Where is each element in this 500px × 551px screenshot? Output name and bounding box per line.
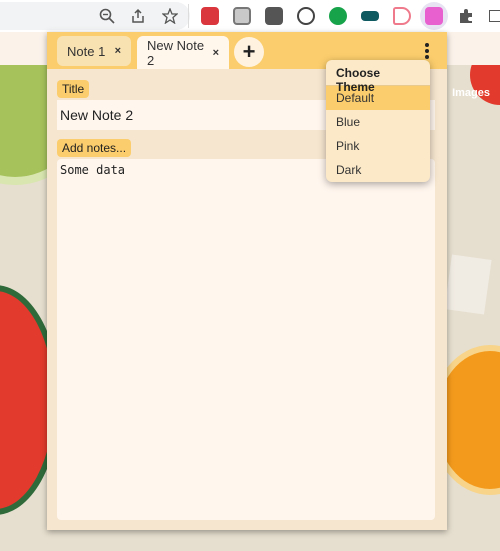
code-extension-icon[interactable] — [296, 6, 316, 26]
share-icon[interactable] — [128, 6, 148, 26]
theme-option-blue[interactable]: Blue — [326, 110, 430, 134]
tab-note-1[interactable]: Note 1 × — [57, 36, 131, 66]
theme-option-pink[interactable]: Pink — [326, 134, 430, 158]
images-label[interactable]: Images — [452, 87, 490, 99]
puzzle-icon[interactable] — [456, 6, 476, 26]
theme-option-dark[interactable]: Dark — [326, 158, 430, 182]
notes-textarea[interactable]: Some data — [57, 159, 435, 520]
notes-label: Add notes... — [57, 139, 132, 157]
zoom-icon[interactable] — [97, 6, 117, 26]
tab-label: New Note 2 — [147, 37, 205, 68]
more-options-icon[interactable] — [419, 41, 435, 61]
theme-menu: Choose Theme Default Blue Pink Dark — [326, 60, 430, 182]
close-icon[interactable]: × — [213, 47, 219, 59]
gallery-extension-icon[interactable] — [232, 6, 252, 26]
tab-label: Note 1 — [67, 43, 106, 59]
window-icon[interactable] — [486, 6, 500, 26]
cart-extension-icon[interactable] — [328, 6, 348, 26]
arrow-extension-icon[interactable] — [392, 6, 412, 26]
fruit-image — [470, 65, 500, 105]
tab-new-note-2[interactable]: New Note 2 × — [137, 36, 229, 69]
add-note-button[interactable]: + — [234, 37, 264, 67]
title-label: Title — [57, 80, 90, 98]
pin-extension-icon[interactable] — [200, 6, 220, 26]
star-icon[interactable] — [160, 6, 180, 26]
theme-menu-heading: Choose Theme — [326, 60, 430, 94]
cup-image — [444, 254, 492, 315]
close-icon[interactable]: × — [115, 45, 121, 57]
notes-extension-icon[interactable] — [420, 2, 448, 30]
tag-extension-icon[interactable] — [360, 6, 380, 26]
extension-3-icon[interactable] — [264, 6, 284, 26]
browser-toolbar — [0, 0, 500, 32]
